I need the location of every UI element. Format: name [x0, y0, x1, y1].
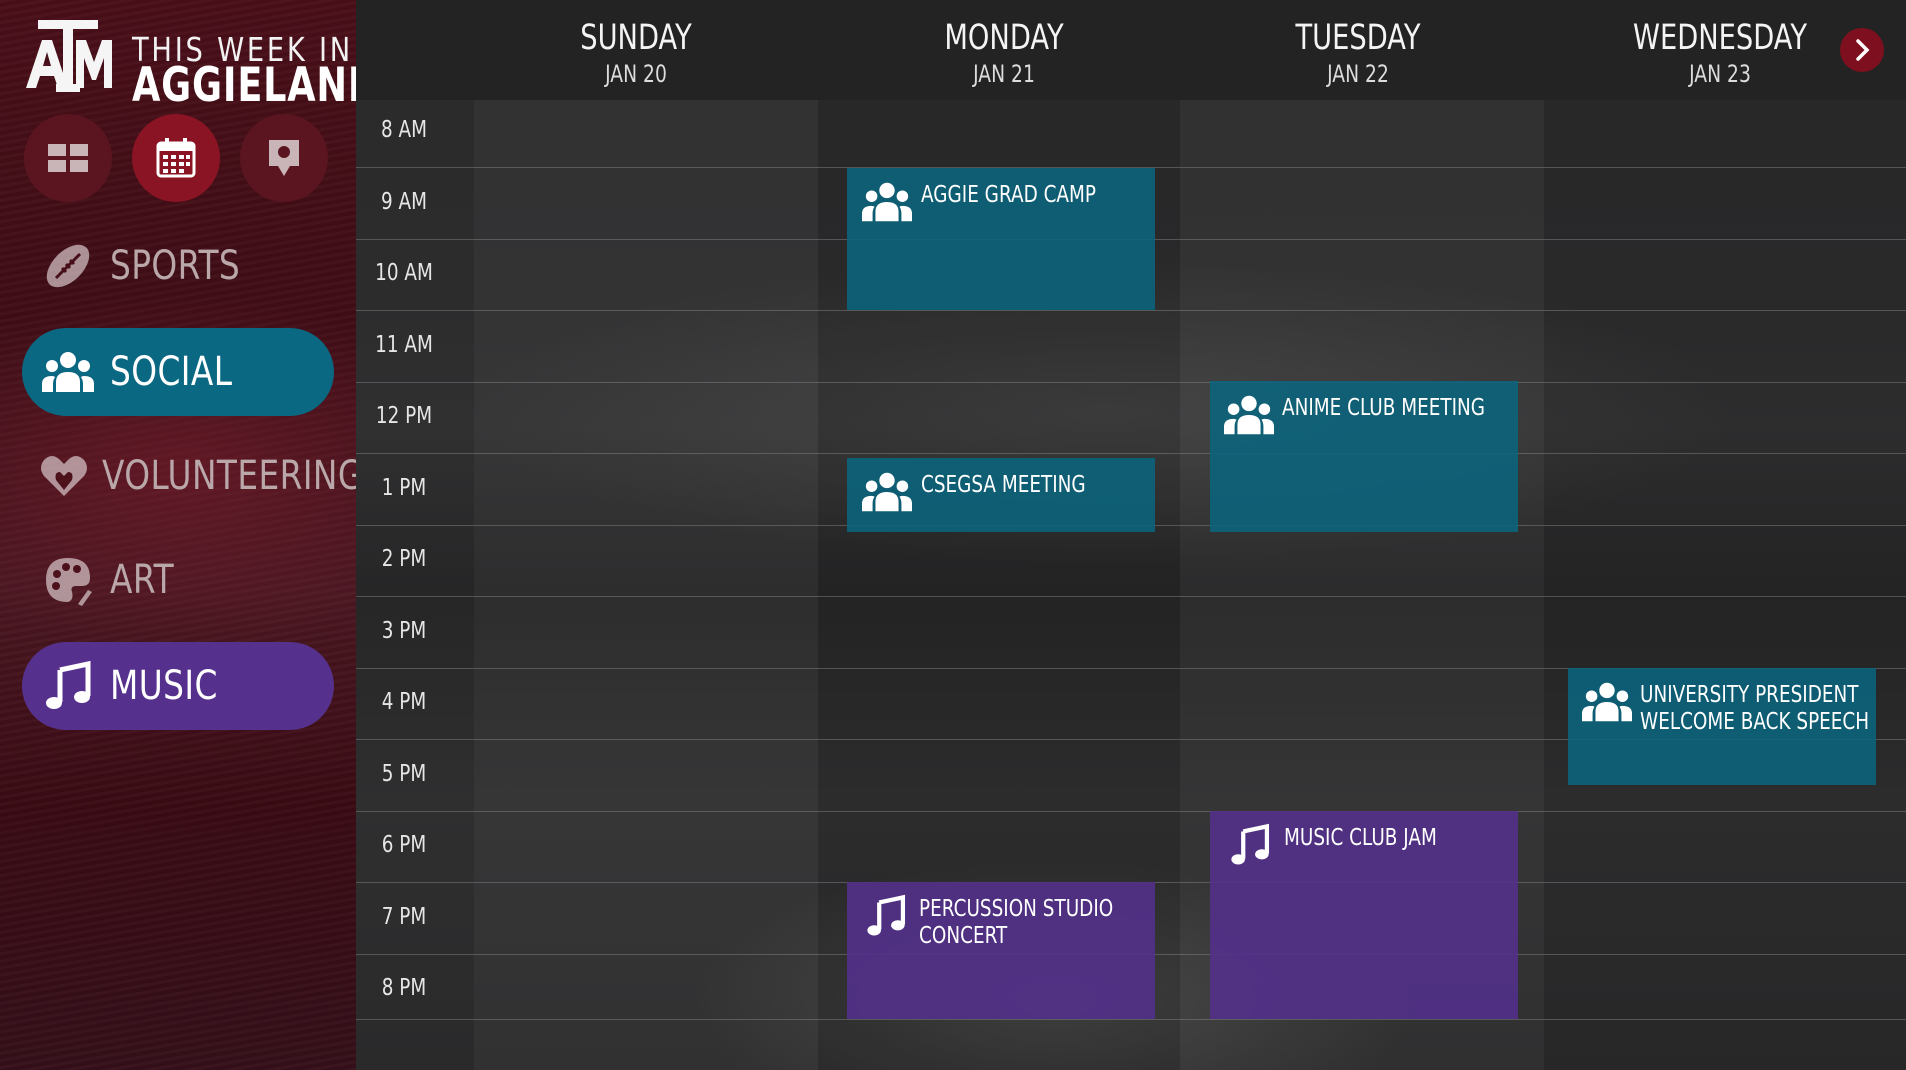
day-name: TUESDAY — [1295, 18, 1421, 58]
hour-label: 2 PM — [381, 546, 427, 572]
app-logo: THIS WEEK IN AGGIELAND — [24, 16, 378, 113]
category-label-sports: SPORTS — [110, 243, 241, 289]
hour-divider — [356, 310, 1906, 311]
group-icon — [862, 472, 913, 512]
day-name: MONDAY — [944, 18, 1064, 58]
hour-label: 8 PM — [381, 975, 427, 1001]
hour-divider — [356, 382, 1906, 383]
day-column-sunday — [474, 100, 818, 1070]
event-title-line: WELCOME BACK SPEECH — [1640, 709, 1870, 735]
category-sports[interactable]: SPORTS — [22, 222, 334, 310]
hour-label: 12 PM — [375, 403, 433, 429]
group-icon — [1224, 395, 1274, 435]
football-icon — [46, 244, 90, 288]
music-note-icon — [867, 894, 906, 936]
week-calendar: SUNDAY JAN 20 MONDAY JAN 21 TUESDAY JAN … — [356, 0, 1906, 1070]
hour-label: 3 PM — [381, 617, 427, 644]
dashboard-view-button[interactable] — [24, 114, 112, 202]
day-header-monday: MONDAY JAN 21 — [844, 18, 1164, 88]
music-note-icon — [1231, 823, 1270, 865]
hour-divider — [356, 453, 1906, 454]
day-column-wednesday — [1544, 100, 1906, 1070]
event-title: PERCUSSION STUDIO CONCERT — [919, 896, 1113, 950]
hour-label: 11 AM — [375, 331, 433, 358]
category-label-volunteering: VOLUNTEERING — [102, 453, 364, 499]
hour-label: 1 PM — [381, 474, 427, 501]
event-percussion-studio-concert[interactable]: PERCUSSION STUDIO CONCERT — [847, 882, 1155, 1019]
event-title: UNIVERSITY PRESIDENT WELCOME BACK SPEECH — [1640, 682, 1870, 736]
hour-label: 10 AM — [375, 260, 433, 286]
category-social[interactable]: SOCIAL — [22, 328, 334, 416]
event-title-line: PERCUSSION STUDIO — [919, 896, 1114, 922]
day-date: JAN 22 — [1327, 60, 1389, 88]
category-label-music: MUSIC — [110, 663, 218, 709]
music-note-icon — [46, 660, 91, 709]
category-volunteering[interactable]: VOLUNTEERING — [22, 432, 363, 520]
day-name: SUNDAY — [580, 18, 692, 58]
sidebar: THIS WEEK IN AGGIELAND SPORTS SOCIAL VOL… — [0, 0, 378, 1070]
event-csegsa-meeting[interactable]: CSEGSA MEETING — [847, 458, 1155, 532]
event-title: ANIME CLUB MEETING — [1282, 395, 1486, 421]
event-title: MUSIC CLUB JAM — [1284, 825, 1438, 851]
event-title: AGGIE GRAD CAMP — [921, 182, 1097, 208]
hour-label: 7 PM — [381, 903, 427, 930]
hour-label: 6 PM — [381, 832, 427, 858]
event-anime-club-meeting[interactable]: ANIME CLUB MEETING — [1210, 381, 1518, 532]
day-header-tuesday: TUESDAY JAN 22 — [1198, 18, 1518, 88]
dashboard-icon — [48, 144, 88, 172]
group-icon — [42, 352, 94, 392]
event-aggie-grad-camp[interactable]: AGGIE GRAD CAMP — [847, 168, 1155, 310]
hour-divider — [356, 596, 1906, 597]
category-label-art: ART — [110, 557, 175, 603]
day-date: JAN 20 — [605, 60, 667, 88]
day-header-sunday: SUNDAY JAN 20 — [476, 18, 796, 88]
event-title: CSEGSA MEETING — [921, 472, 1087, 498]
day-name: WEDNESDAY — [1632, 18, 1808, 58]
day-date: JAN 21 — [973, 60, 1035, 88]
next-week-button[interactable] — [1840, 28, 1884, 72]
hour-label: 9 AM — [380, 188, 428, 215]
event-university-president-speech[interactable]: UNIVERSITY PRESIDENT WELCOME BACK SPEECH — [1568, 668, 1876, 785]
hour-label: 8 AM — [380, 117, 428, 143]
chevron-right-icon — [1856, 39, 1870, 61]
category-label-social: SOCIAL — [110, 349, 233, 395]
hour-divider — [356, 811, 1906, 812]
event-title-line: CONCERT — [919, 923, 1008, 949]
atm-logo-icon — [26, 20, 112, 92]
category-music[interactable]: MUSIC — [22, 642, 334, 730]
group-icon — [862, 182, 913, 222]
hour-divider — [356, 1019, 1906, 1020]
calendar-view-button[interactable] — [132, 114, 220, 202]
hour-label: 4 PM — [381, 689, 427, 715]
map-view-button[interactable] — [240, 114, 328, 202]
event-music-club-jam[interactable]: MUSIC CLUB JAM — [1210, 811, 1518, 1019]
map-pin-icon — [269, 140, 299, 176]
palette-icon — [46, 558, 92, 606]
day-date: JAN 23 — [1689, 60, 1751, 88]
heart-hands-icon — [41, 456, 87, 496]
calendar-icon — [156, 138, 196, 178]
brand-line2: AGGIELAND — [132, 58, 380, 113]
event-title-line: UNIVERSITY PRESIDENT — [1640, 682, 1859, 708]
group-icon — [1582, 682, 1632, 722]
hour-label: 5 PM — [381, 760, 427, 787]
category-art[interactable]: ART — [22, 536, 334, 624]
day-header-wednesday: WEDNESDAY JAN 23 — [1560, 18, 1880, 88]
